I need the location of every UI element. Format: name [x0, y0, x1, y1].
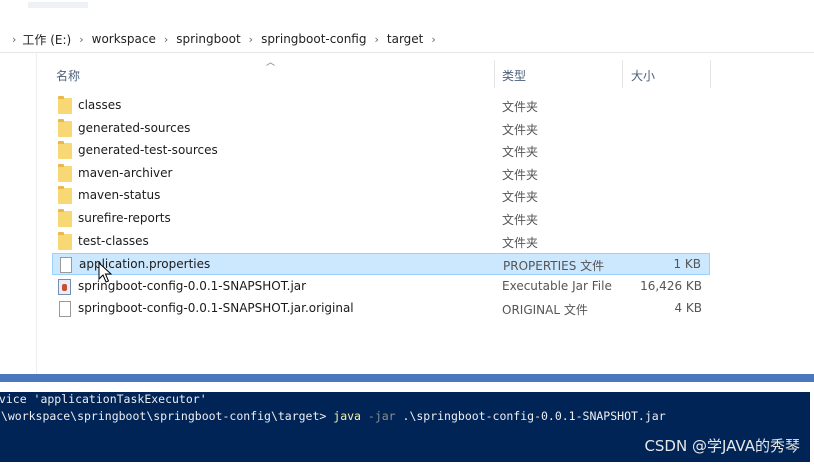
file-row[interactable]: springboot-config-0.0.1-SNAPSHOT.jar Exec…	[52, 276, 710, 298]
breadcrumb-springboot[interactable]: springboot	[176, 32, 240, 46]
column-header-size[interactable]: 大小	[631, 60, 655, 90]
file-row[interactable]: generated-sources 文件夹	[52, 118, 710, 140]
chevron-right-icon[interactable]: ›	[431, 33, 435, 46]
file-size: 16,426 KB	[640, 278, 702, 293]
file-name: generated-test-sources	[78, 143, 218, 158]
file-name: classes	[78, 98, 122, 112]
file-name: springboot-config-0.0.1-SNAPSHOT.jar.ori…	[78, 301, 354, 316]
file-type: 文件夹	[502, 122, 539, 137]
column-divider[interactable]	[710, 60, 711, 88]
folder-icon	[58, 209, 72, 227]
file-row[interactable]: surefire-reports 文件夹	[52, 208, 710, 230]
column-header-name[interactable]: 名称	[56, 60, 80, 90]
file-icon	[60, 257, 72, 274]
spacer	[0, 382, 814, 392]
column-header-type-label: 类型	[502, 68, 527, 83]
file-type: PROPERTIES 文件	[503, 259, 605, 274]
chevron-right-icon: ›	[248, 32, 254, 46]
terminal-flag: -jar	[360, 409, 396, 423]
file-type: 文件夹	[502, 213, 539, 227]
file-name: maven-status	[78, 188, 161, 203]
folder-icon	[58, 141, 72, 160]
jar-icon	[58, 278, 71, 295]
column-header-type[interactable]: 类型	[502, 60, 526, 90]
file-size: 4 KB	[674, 301, 702, 316]
sort-ascending-icon: ︿	[266, 58, 276, 68]
folder-icon	[58, 231, 72, 250]
column-divider[interactable]	[494, 60, 495, 88]
file-row[interactable]: classes 文件夹	[52, 95, 710, 117]
column-header-size-label: 大小	[631, 68, 656, 83]
chevron-right-icon: ›	[163, 32, 169, 46]
breadcrumb-workspace[interactable]: workspace	[92, 32, 156, 46]
bottom-strip	[0, 462, 814, 468]
window-divider-bar	[0, 374, 814, 382]
breadcrumb-drive[interactable]: 工作 (E:)	[22, 31, 71, 48]
folder-icon	[58, 163, 72, 182]
file-icon	[59, 301, 71, 318]
breadcrumb-springboot-config[interactable]: springboot-config	[261, 32, 366, 46]
chevron-right-icon: ›	[12, 32, 17, 46]
file-name: generated-sources	[78, 120, 191, 135]
file-size: 1 KB	[673, 257, 701, 272]
folder-icon	[58, 118, 72, 137]
address-bar[interactable]: › 工作 (E:) › workspace › springboot › spr…	[0, 26, 814, 53]
column-divider[interactable]	[622, 60, 623, 88]
nav-pane-divider	[36, 52, 37, 374]
file-row[interactable]: generated-test-sources 文件夹	[52, 140, 710, 162]
file-type: ORIGINAL 文件	[502, 303, 588, 318]
file-type: 文件夹	[502, 235, 539, 250]
terminal-argument: .\springboot-config-0.0.1-SNAPSHOT.jar	[395, 409, 666, 423]
file-row[interactable]: springboot-config-0.0.1-SNAPSHOT.jar.ori…	[52, 298, 710, 320]
file-name: surefire-reports	[78, 211, 171, 225]
terminal-command-line: :\workspace\springboot\springboot-config…	[0, 409, 666, 423]
terminal-output-line: rvice 'applicationTaskExecutor'	[0, 392, 207, 406]
terminal-prompt: :\workspace\springboot\springboot-config…	[0, 409, 334, 423]
file-type: Executable Jar File	[502, 278, 612, 293]
mouse-cursor-icon	[98, 262, 113, 283]
file-row[interactable]: maven-status 文件夹	[52, 185, 710, 207]
chevron-right-icon: ›	[79, 32, 84, 46]
csdn-watermark: CSDN @学JAVA的秀琴	[644, 437, 800, 455]
breadcrumb-target[interactable]: target	[387, 32, 424, 46]
file-type: 文件夹	[502, 167, 539, 182]
file-explorer-window: › 工作 (E:) › workspace › springboot › spr…	[0, 0, 814, 374]
powershell-terminal[interactable]: rvice 'applicationTaskExecutor' :\worksp…	[0, 392, 810, 462]
file-row[interactable]: maven-archiver 文件夹	[52, 163, 710, 185]
file-type: 文件夹	[502, 145, 539, 160]
terminal-command: java	[333, 409, 361, 423]
file-row[interactable]: application.properties PROPERTIES 文件 1 KB	[52, 253, 710, 276]
chevron-right-icon: ›	[374, 32, 379, 46]
file-name: test-classes	[78, 233, 149, 248]
file-name: maven-archiver	[78, 165, 173, 180]
file-type: 文件夹	[502, 100, 539, 114]
title-strip	[0, 0, 814, 26]
column-header-name-label: 名称	[56, 68, 81, 83]
folder-icon	[58, 186, 72, 205]
folder-icon	[58, 96, 72, 114]
file-row[interactable]: test-classes 文件夹	[52, 231, 710, 253]
file-type: 文件夹	[502, 190, 539, 205]
